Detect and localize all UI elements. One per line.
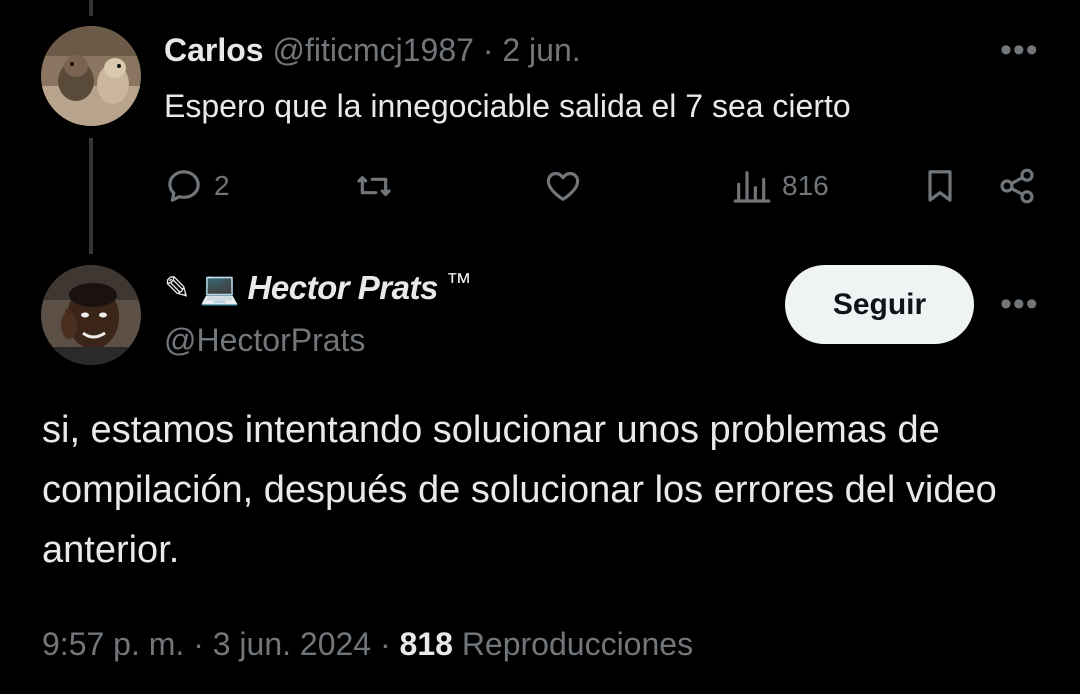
analytics-icon xyxy=(733,171,771,203)
main-author-name[interactable]: ✎ 💻 Hector Prats ™ xyxy=(164,266,472,310)
reply-author-name[interactable]: Carlos xyxy=(164,32,264,68)
reply-header: Carlos @fiticmcj1987 · 2 jun. xyxy=(164,30,581,70)
thread-line-bottom xyxy=(89,138,93,254)
avatar[interactable] xyxy=(41,26,141,126)
tweet-footer: 9:57 p. m. · 3 jun. 2024 · 818 Reproducc… xyxy=(42,622,693,666)
reply-date[interactable]: 2 jun. xyxy=(502,32,580,68)
footer-separator-1: · xyxy=(193,626,204,662)
comment-icon xyxy=(168,170,200,202)
main-avatar[interactable] xyxy=(41,265,141,365)
avatar-man-image xyxy=(41,265,141,365)
reply-view-count: 816 xyxy=(782,170,829,201)
tweet-time[interactable]: 9:57 p. m. xyxy=(42,626,184,662)
follow-button[interactable]: Seguir xyxy=(785,265,974,344)
heart-icon xyxy=(546,171,580,201)
repost-button[interactable] xyxy=(354,164,394,208)
main-tweet-text: si, estamos intentando solucionar unos p… xyxy=(42,409,997,571)
share-button[interactable] xyxy=(997,164,1037,208)
reply-more-button[interactable]: ••• xyxy=(1000,33,1039,67)
main-author-handle[interactable]: @HectorPrats xyxy=(164,320,365,360)
thread-line-top xyxy=(89,0,93,16)
reply-separator: · xyxy=(482,32,494,68)
reply-count: 2 xyxy=(214,170,230,201)
main-display-name: Hector Prats xyxy=(247,269,439,306)
trademark-symbol: ™ xyxy=(445,267,472,297)
footer-separator-2: · xyxy=(379,626,391,662)
avatar-dogs-image xyxy=(41,26,141,126)
bookmark-button[interactable] xyxy=(920,164,960,208)
main-more-button[interactable]: ••• xyxy=(1000,287,1039,321)
like-button[interactable] xyxy=(543,164,583,208)
repost-icon xyxy=(357,176,391,196)
reply-text: Espero que la innegociable salida el 7 s… xyxy=(164,88,851,124)
name-emoji-prefix: ✎ 💻 xyxy=(164,270,240,306)
bookmark-icon xyxy=(928,170,952,202)
tweet-date[interactable]: 3 jun. 2024 xyxy=(213,626,371,662)
views-label: Reproducciones xyxy=(461,626,694,662)
reply-button[interactable]: 2 xyxy=(164,164,230,208)
views-button[interactable]: 816 xyxy=(732,164,829,208)
reply-author-handle[interactable]: @fiticmcj1987 xyxy=(272,32,473,68)
share-icon xyxy=(1000,168,1034,204)
views-count: 818 xyxy=(399,626,453,662)
